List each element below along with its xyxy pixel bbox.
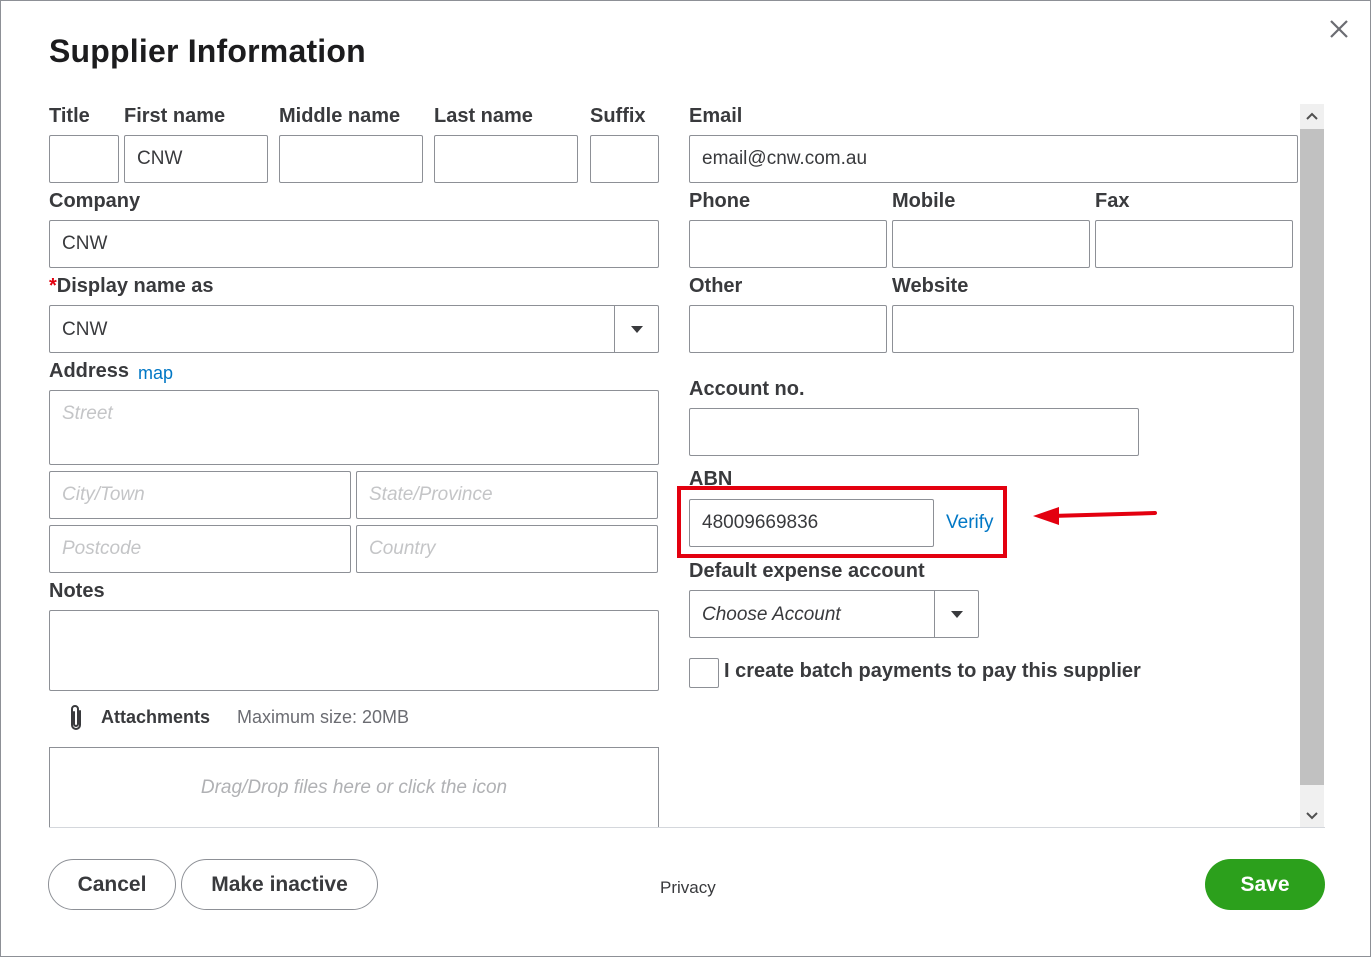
chevron-down-icon[interactable] [934,591,978,637]
footer-divider [49,827,1325,828]
display-name-label-text: Display name as [56,275,214,297]
website-input[interactable] [892,305,1294,353]
fax-label: Fax [1095,190,1130,212]
attachments-dropzone[interactable]: Drag/Drop files here or click the icon [49,747,659,828]
privacy-link[interactable]: Privacy [660,878,716,898]
annotation-highlight-box [677,486,1007,558]
paperclip-icon[interactable] [65,703,87,733]
chevron-down-icon[interactable] [614,306,658,352]
attachments-max-size: Maximum size: 20MB [237,707,410,727]
address-label: Address [49,360,130,382]
middle-name-input[interactable] [279,135,423,183]
account-no-label: Account no. [689,378,805,400]
company-label: Company [49,190,141,212]
display-name-label: *Display name as [49,275,214,298]
other-input[interactable] [689,305,887,353]
account-no-input[interactable] [689,408,1139,456]
fax-input[interactable] [1095,220,1293,268]
attachments-label: Attachments [101,707,211,727]
dropzone-text: Drag/Drop files here or click the icon [200,777,508,798]
first-name-label: First name [124,105,226,127]
expense-account-select[interactable]: Choose Account [689,590,979,638]
state-input[interactable] [356,471,658,519]
postcode-input[interactable] [49,525,351,573]
cancel-button[interactable]: Cancel [48,859,176,910]
batch-payments-checkbox[interactable] [689,658,719,688]
annotation-arrow-icon [1033,507,1157,525]
last-name-input[interactable] [434,135,578,183]
middle-name-label: Middle name [279,105,401,127]
title-label: Title [49,105,90,127]
suffix-input[interactable] [590,135,659,183]
website-label: Website [892,275,969,297]
country-input[interactable] [356,525,658,573]
expense-account-placeholder: Choose Account [702,604,841,625]
title-input[interactable] [49,135,119,183]
scrollbar-thumb[interactable] [1300,129,1324,785]
company-input[interactable] [49,220,659,268]
email-label: Email [689,105,743,127]
close-icon[interactable] [1325,15,1353,43]
map-link[interactable]: map [138,363,173,384]
save-button[interactable]: Save [1205,859,1325,910]
city-input[interactable] [49,471,351,519]
required-mark: * [49,275,57,297]
scroll-down-icon[interactable] [1300,804,1324,828]
notes-input[interactable] [49,610,659,691]
phone-label: Phone [689,190,751,212]
notes-label: Notes [49,580,105,602]
dialog-title: Supplier Information [49,33,366,69]
batch-payments-label: I create batch payments to pay this supp… [724,660,1141,682]
suffix-label: Suffix [590,105,646,127]
scroll-up-icon[interactable] [1300,104,1324,128]
mobile-label: Mobile [892,190,956,212]
other-label: Other [689,275,743,297]
first-name-input[interactable] [124,135,268,183]
email-input[interactable] [689,135,1298,183]
display-name-select[interactable]: CNW [49,305,659,353]
display-name-value: CNW [62,319,108,340]
mobile-input[interactable] [892,220,1090,268]
phone-input[interactable] [689,220,887,268]
last-name-label: Last name [434,105,533,127]
expense-account-label: Default expense account [689,560,925,582]
street-input[interactable] [49,390,659,465]
supplier-dialog: Supplier Information Title First name Mi… [0,0,1371,957]
make-inactive-button[interactable]: Make inactive [181,859,378,910]
